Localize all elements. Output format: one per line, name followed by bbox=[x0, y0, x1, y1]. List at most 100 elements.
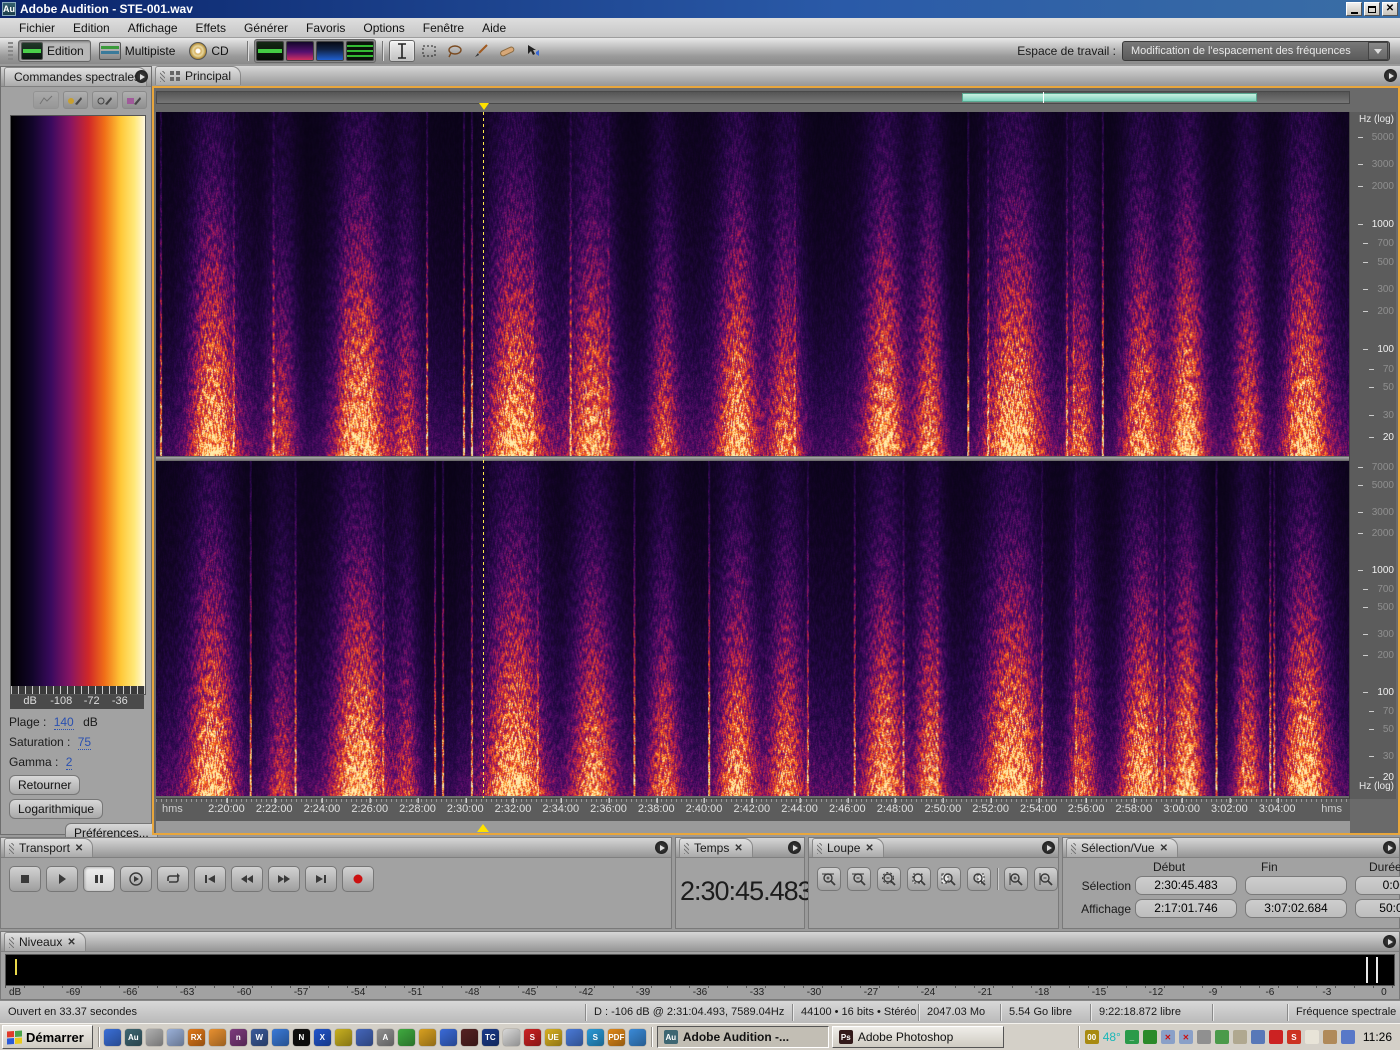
workspace-dropdown[interactable]: Modification de l'espacement des fréquen… bbox=[1122, 41, 1390, 61]
lasso-selection-tool-button[interactable] bbox=[443, 41, 467, 61]
panel-menu-button[interactable] bbox=[1383, 935, 1396, 948]
spectral-palette-gradient[interactable] bbox=[10, 115, 146, 687]
task-button-audition[interactable]: AuAdobe Audition -... bbox=[657, 1026, 829, 1048]
toolbar-grip[interactable] bbox=[8, 42, 13, 60]
tray-blocked-icon[interactable] bbox=[1197, 1030, 1211, 1044]
levels-tab[interactable]: Niveaux ✕ bbox=[4, 932, 86, 951]
frequency-axis[interactable]: 5000300020001000700500300200100705030207… bbox=[1349, 112, 1396, 799]
tray-update-icon[interactable] bbox=[1215, 1030, 1229, 1044]
panel-menu-button[interactable] bbox=[788, 841, 801, 854]
quick-launch-photoshop-icon[interactable] bbox=[461, 1029, 478, 1046]
menu-edition[interactable]: Edition bbox=[64, 19, 119, 37]
menu-generer[interactable]: Générer bbox=[235, 19, 297, 37]
tray-scanner-icon[interactable] bbox=[1233, 1030, 1247, 1044]
quick-launch-notepad-icon[interactable]: N bbox=[293, 1029, 310, 1046]
close-panel-icon[interactable]: ✕ bbox=[734, 843, 742, 854]
menu-aide[interactable]: Aide bbox=[473, 19, 515, 37]
spectral-controls-tab[interactable]: Commandes spectrales bbox=[4, 67, 147, 86]
tray-keyboard-icon[interactable] bbox=[1251, 1030, 1265, 1044]
spectrogram-left-channel[interactable] bbox=[156, 112, 1350, 456]
panel-menu-button[interactable] bbox=[135, 70, 148, 83]
view-start-field[interactable]: 2:17:01.746 bbox=[1135, 899, 1237, 918]
effect-brush-tool-button[interactable] bbox=[469, 41, 493, 61]
play-button[interactable] bbox=[46, 866, 78, 892]
zoom-tab[interactable]: Loupe ✕ bbox=[812, 838, 884, 857]
menu-fichier[interactable]: Fichier bbox=[10, 19, 64, 37]
selection-duration-field[interactable]: 0:00.000 bbox=[1355, 876, 1400, 895]
selection-start-field[interactable]: 2:30:45.483 bbox=[1135, 876, 1237, 895]
spectral-controls-header[interactable]: Commandes spectrales bbox=[1, 67, 151, 87]
tray-network-2-icon[interactable]: ✕ bbox=[1179, 1030, 1193, 1044]
quick-launch-word-icon[interactable]: W bbox=[251, 1029, 268, 1046]
marquee-selection-tool-button[interactable] bbox=[417, 41, 441, 61]
edit-view-button[interactable]: Edition bbox=[18, 40, 91, 62]
zoom-range-bar[interactable] bbox=[156, 91, 1350, 104]
quick-launch-ue-icon[interactable]: UE bbox=[545, 1029, 562, 1046]
color-pen-2-button[interactable] bbox=[92, 91, 118, 109]
tray-volume-icon[interactable]: 00 bbox=[1085, 1030, 1099, 1044]
tray-clock[interactable]: 11:26 bbox=[1363, 1030, 1392, 1044]
menu-favoris[interactable]: Favoris bbox=[297, 19, 354, 37]
minimize-button[interactable] bbox=[1346, 2, 1362, 16]
cd-view-button[interactable]: CD bbox=[187, 41, 234, 61]
spectral-display-button[interactable] bbox=[286, 41, 314, 61]
quick-launch-rx-icon[interactable]: RX bbox=[188, 1029, 205, 1046]
quick-launch-netscape-icon[interactable] bbox=[272, 1029, 289, 1046]
gamma-value[interactable]: 2 bbox=[66, 755, 73, 770]
zoom-to-selection-button[interactable] bbox=[907, 867, 931, 891]
tray-network-1-icon[interactable]: ✕ bbox=[1161, 1030, 1175, 1044]
histogram-button[interactable] bbox=[33, 91, 59, 109]
close-panel-icon[interactable]: ✕ bbox=[67, 937, 75, 948]
spot-healing-tool-button[interactable] bbox=[495, 41, 519, 61]
quick-launch-calculator-icon[interactable] bbox=[167, 1029, 184, 1046]
quick-launch-starburst-icon[interactable] bbox=[335, 1029, 352, 1046]
zoom-left-edge-button[interactable] bbox=[937, 867, 961, 891]
tray-user-icon[interactable] bbox=[1341, 1030, 1355, 1044]
selection-view-tab[interactable]: Sélection/Vue ✕ bbox=[1066, 838, 1178, 857]
menu-fenetre[interactable]: Fenêtre bbox=[414, 19, 473, 37]
panel-menu-button[interactable] bbox=[1383, 841, 1396, 854]
quick-launch-globe-yellow-icon[interactable] bbox=[419, 1029, 436, 1046]
zoom-out-vertical-button[interactable] bbox=[1034, 867, 1058, 891]
quick-launch-compass-icon[interactable] bbox=[503, 1029, 520, 1046]
quick-launch-globe-blue-icon[interactable] bbox=[440, 1029, 457, 1046]
range-value[interactable]: 140 bbox=[54, 715, 74, 730]
view-duration-field[interactable]: 50:00.937 bbox=[1355, 899, 1400, 918]
close-panel-icon[interactable]: ✕ bbox=[75, 843, 83, 854]
playhead-line[interactable] bbox=[483, 112, 484, 799]
play-from-cursor-button[interactable] bbox=[120, 866, 152, 892]
task-button-photoshop[interactable]: PsAdobe Photoshop bbox=[832, 1026, 1004, 1048]
panel-menu-button[interactable] bbox=[1042, 841, 1055, 854]
menu-affichage[interactable]: Affichage bbox=[119, 19, 187, 37]
zoom-in-vertical-button[interactable] bbox=[1004, 867, 1028, 891]
scrub-tool-button[interactable] bbox=[521, 41, 545, 61]
fast-forward-button[interactable] bbox=[268, 866, 300, 892]
menu-options[interactable]: Options bbox=[354, 19, 413, 37]
quick-launch-sbp-icon[interactable]: S bbox=[524, 1029, 541, 1046]
transport-tab[interactable]: Transport ✕ bbox=[4, 838, 93, 857]
zoom-right-edge-button[interactable] bbox=[967, 867, 991, 891]
start-button[interactable]: Démarrer bbox=[2, 1025, 93, 1049]
quick-launch-pdf-icon[interactable]: PDF bbox=[608, 1029, 625, 1046]
quick-launch-audition-icon[interactable]: Au bbox=[125, 1029, 142, 1046]
menu-effets[interactable]: Effets bbox=[187, 19, 235, 37]
tray-minimized-icon[interactable]: _ bbox=[1125, 1030, 1139, 1044]
spectrogram-right-channel[interactable] bbox=[156, 461, 1350, 796]
time-tab[interactable]: Temps ✕ bbox=[679, 838, 753, 857]
quick-launch-orange-app-icon[interactable] bbox=[209, 1029, 226, 1046]
quick-launch-player-icon[interactable] bbox=[629, 1029, 646, 1046]
title-bar[interactable]: Au Adobe Audition - STE-001.wav ✕ bbox=[0, 0, 1400, 18]
maximize-button[interactable] bbox=[1364, 2, 1380, 16]
panel-menu-button[interactable] bbox=[1384, 69, 1397, 82]
quick-launch-onenote-icon[interactable]: n bbox=[230, 1029, 247, 1046]
quick-launch-tool-icon[interactable]: X bbox=[314, 1029, 331, 1046]
playhead-marker-bottom[interactable] bbox=[477, 818, 489, 832]
principal-tab[interactable]: Principal bbox=[155, 66, 241, 85]
time-ruler[interactable]: 2:20:002:22:002:24:002:26:002:28:002:30:… bbox=[156, 798, 1350, 821]
flip-button[interactable]: Retourner bbox=[9, 775, 80, 795]
zoom-out-horizontal-button[interactable] bbox=[847, 867, 871, 891]
spectral-pan-display-button[interactable] bbox=[316, 41, 344, 61]
quick-launch-desktop-icon[interactable] bbox=[104, 1029, 121, 1046]
zoom-in-horizontal-button[interactable] bbox=[817, 867, 841, 891]
dropdown-arrow-icon[interactable] bbox=[1368, 42, 1388, 60]
